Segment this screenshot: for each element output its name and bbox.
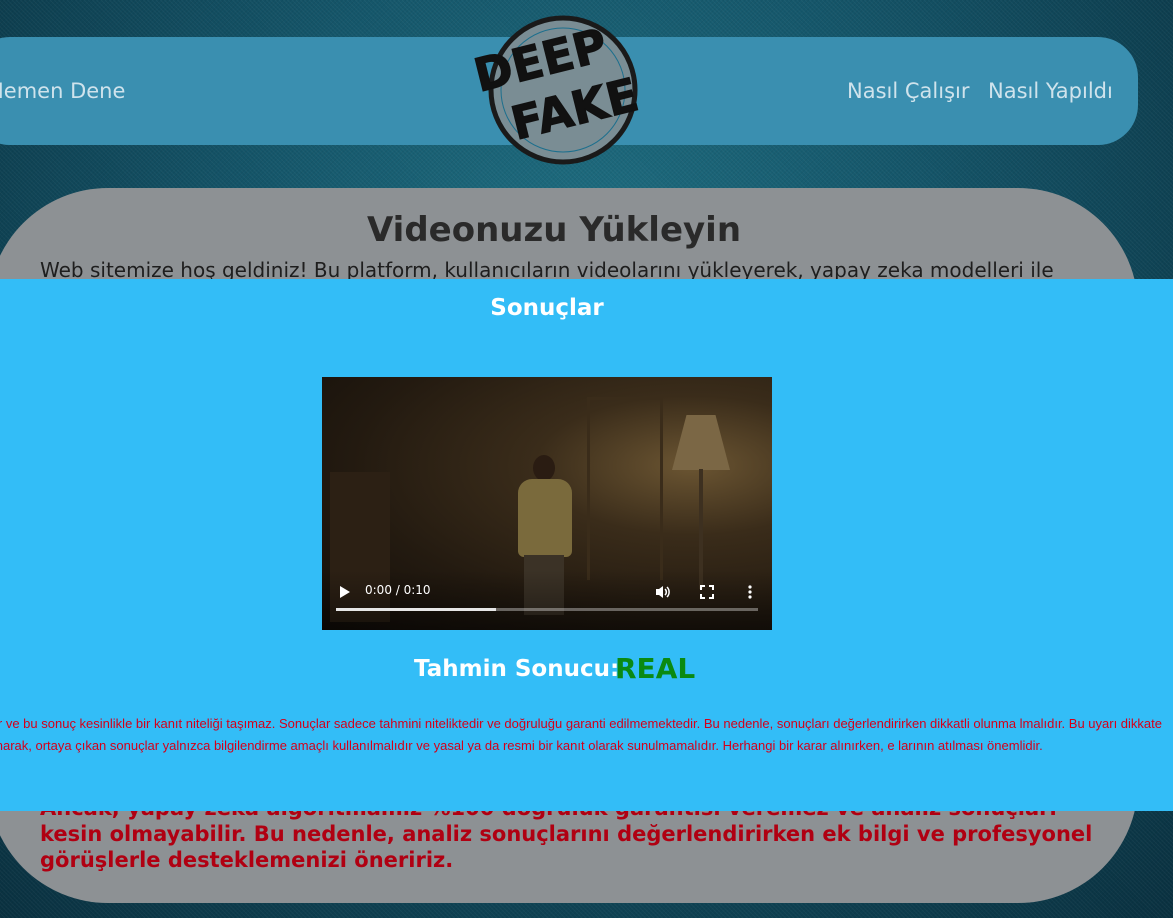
nav-link-nasil-yapildi[interactable]: Nasıl Yapıldı: [988, 37, 1113, 145]
nav-link-hemen-dene[interactable]: Hemen Dene: [0, 37, 125, 145]
prediction-row: Tahmin Sonucu: REAL: [0, 652, 1173, 692]
prediction-value: REAL: [615, 652, 696, 685]
prediction-label: Tahmin Sonucu:: [414, 656, 620, 682]
deepfake-logo[interactable]: DEEP FAKE: [471, 12, 651, 172]
video-frame-person-head: [533, 455, 555, 481]
result-disclaimer: ildir ve bu sonuç kesinlikle bir kanıt n…: [0, 716, 1162, 753]
results-modal: Sonuçlar 0:00 / 0:10 Tahmin Sonucu: REAL…: [0, 279, 1173, 811]
upload-title: Videonuzu Yükleyin: [366, 210, 742, 250]
more-options-icon[interactable]: [744, 584, 756, 600]
fullscreen-icon[interactable]: [700, 585, 714, 599]
nav-link-nasil-calisir[interactable]: Nasıl Çalışır: [847, 37, 969, 145]
video-frame-door: [587, 397, 663, 580]
video-frame-person-body: [518, 479, 572, 557]
result-video-player[interactable]: 0:00 / 0:10: [322, 377, 772, 630]
results-title: Sonuçlar: [490, 295, 604, 321]
video-progress-bar[interactable]: [336, 608, 758, 611]
play-icon[interactable]: [340, 586, 350, 598]
volume-icon[interactable]: [655, 584, 671, 600]
video-controls: 0:00 / 0:10: [322, 570, 772, 630]
video-time: 0:00 / 0:10: [365, 583, 431, 597]
video-progress-fill: [336, 608, 497, 611]
